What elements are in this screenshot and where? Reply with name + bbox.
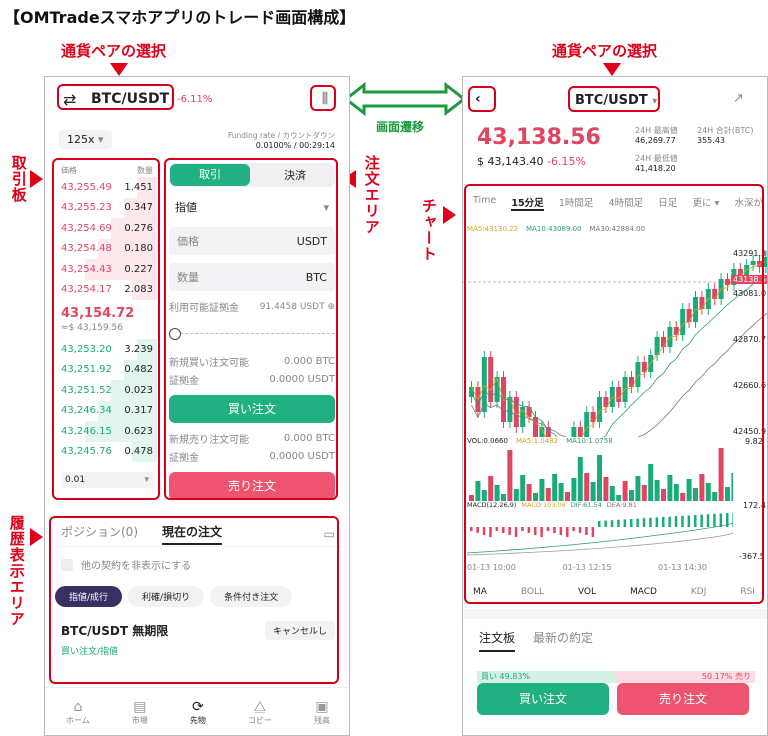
- annotation-chart: チャート: [419, 198, 438, 262]
- last-price: 43,138.56: [477, 125, 601, 150]
- bottom-tabs: 注文板 最新の約定: [479, 629, 593, 652]
- highlight-chart-button: [310, 85, 336, 111]
- transition-arrow-icon: [344, 82, 466, 116]
- highlight-pair-right: [568, 86, 660, 112]
- depth-buy: 買い 49.83%: [477, 671, 616, 683]
- highlight-orderbook: [52, 158, 160, 500]
- highlight-back-button: [468, 86, 496, 112]
- arrow-down-icon: [110, 63, 128, 76]
- annotation-pair-select-right: 通貨ペアの選択: [552, 42, 658, 60]
- page-heading: 【OMTradeスマホアプリのトレード画面構成】: [4, 8, 356, 27]
- copy-icon: ⧋: [253, 699, 267, 715]
- market-icon: ▤: [133, 699, 147, 715]
- highlight-chart: [464, 184, 764, 604]
- nav-copy-label: コピー: [247, 716, 272, 725]
- nav-futures[interactable]: ⟳ 先物: [190, 699, 206, 726]
- pair-change: -6.11%: [177, 94, 213, 105]
- nav-market-label: 市場: [131, 716, 148, 725]
- vol-label: 24H 合計(BTC): [697, 126, 754, 135]
- leverage-select[interactable]: 125x ▾: [59, 130, 112, 149]
- arrow-right-icon: [30, 528, 43, 546]
- highlight-pair: [57, 84, 174, 110]
- leverage-value: 125x: [67, 133, 95, 146]
- high-label: 24H 最高値: [635, 126, 678, 135]
- nav-home[interactable]: ⌂ ホーム: [66, 699, 90, 726]
- tab-orderbook[interactable]: 注文板: [479, 629, 516, 652]
- annotation-history-area: 履歴表示エリア: [7, 515, 26, 627]
- funding-label: Funding rate / カウントダウン: [227, 131, 335, 140]
- wallet-icon: ▣: [315, 699, 329, 715]
- bottom-nav: ⌂ ホーム ▤ 市場 ⟳ 先物 ⧋ コピー ▣ 残高: [45, 687, 349, 735]
- last-price-usd: $ 43,143.40: [477, 155, 544, 168]
- home-icon: ⌂: [73, 699, 83, 715]
- arrow-down-icon: [603, 63, 621, 76]
- funding-value: 0.0100% / 00:29:14: [255, 141, 335, 150]
- sell-button-right[interactable]: 売り注文: [617, 683, 749, 715]
- highlight-history: [49, 516, 339, 684]
- arrow-right-icon: [30, 170, 43, 188]
- nav-balance-label: 残高: [313, 716, 330, 725]
- annotation-orderbook: 取引板: [9, 155, 28, 203]
- annotation-order-area: 注文エリア: [362, 155, 381, 235]
- nav-futures-label: 先物: [189, 716, 206, 725]
- low-value: 41,418.20: [635, 164, 676, 173]
- price-change: -6.15%: [546, 155, 586, 168]
- depth-ratio-bar: 買い 49.83% 50.17% 売り: [477, 671, 755, 683]
- nav-market[interactable]: ▤ 市場: [132, 699, 148, 726]
- buy-button-right[interactable]: 買い注文: [477, 683, 609, 715]
- high-value: 46,269.77: [635, 136, 676, 145]
- nav-copy[interactable]: ⧋ コピー: [248, 699, 272, 726]
- tab-latest-trades[interactable]: 最新の約定: [533, 629, 593, 652]
- annotation-pair-select-left: 通貨ペアの選択: [61, 42, 167, 60]
- nav-balance[interactable]: ▣ 残高: [314, 699, 330, 726]
- highlight-order-area: [164, 158, 338, 500]
- nav-home-label: ホーム: [66, 716, 90, 725]
- vol-value: 355.43: [697, 136, 725, 145]
- arrow-right-icon: [443, 206, 456, 224]
- low-label: 24H 最低値: [635, 154, 678, 163]
- share-icon[interactable]: ↗: [733, 91, 744, 106]
- chevron-down-icon: ▾: [98, 133, 104, 146]
- futures-icon: ⟳: [192, 699, 204, 715]
- divider: [463, 609, 767, 619]
- annotation-transition: 画面遷移: [376, 120, 425, 134]
- depth-sell: 50.17% 売り: [615, 671, 755, 683]
